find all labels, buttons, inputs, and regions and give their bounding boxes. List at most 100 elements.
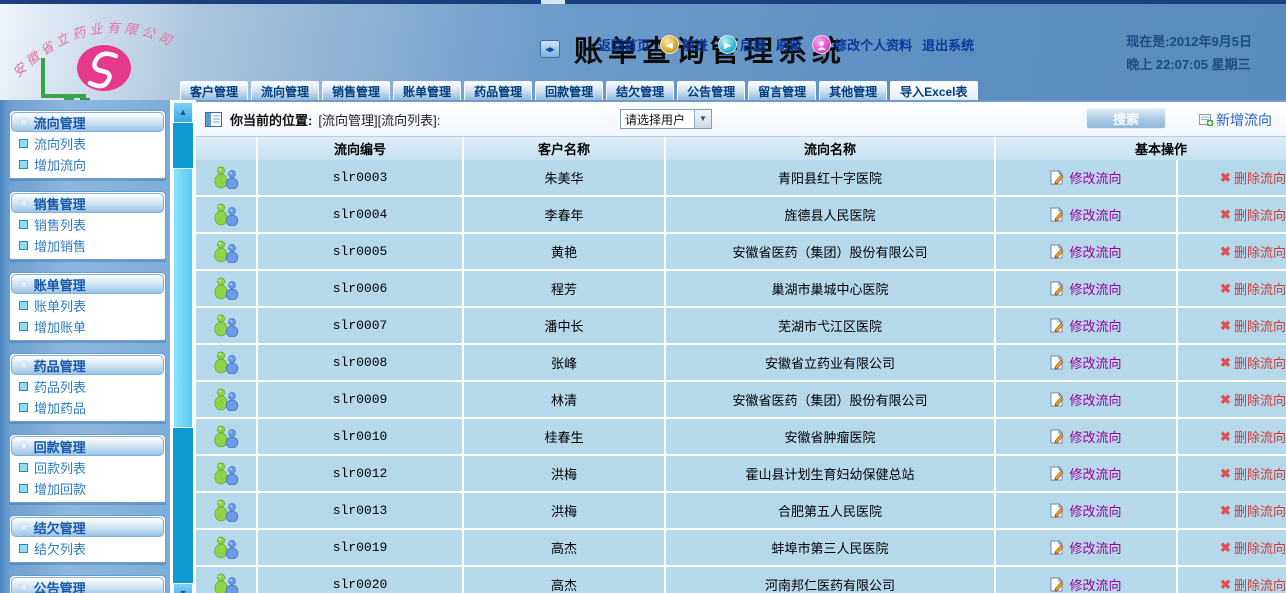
edit-flow-link[interactable]: 修改流向 [1050, 168, 1121, 187]
users-icon [213, 425, 240, 448]
edit-flow-link[interactable]: 修改流向 [1050, 427, 1121, 446]
row-icon-cell [196, 419, 258, 454]
back-link[interactable]: 后退 [740, 35, 766, 54]
edit-flow-link[interactable]: 修改流向 [1050, 316, 1121, 335]
scrollbar-down-button[interactable]: ▼ [173, 583, 193, 593]
sidebar-item[interactable]: 账单列表 [10, 295, 165, 316]
scrollbar-thumb[interactable] [173, 168, 193, 428]
add-flow-link[interactable]: 新增流向 [1199, 110, 1272, 130]
table-row: slr0009 林清 安徽省医药（集团）股份有限公司 修改流向 ✖ 删除流向 [196, 382, 1286, 419]
edit-cell: 修改流向 [996, 530, 1178, 565]
delete-flow-link[interactable]: ✖ 删除流向 [1220, 279, 1286, 298]
delete-flow-link[interactable]: ✖ 删除流向 [1220, 168, 1286, 187]
delete-flow-link[interactable]: ✖ 删除流向 [1220, 575, 1286, 593]
edit-cell: 修改流向 [996, 271, 1178, 306]
sidebar-section-header[interactable]: ★公告管理 [11, 577, 164, 593]
refresh-link[interactable]: 刷新 [776, 35, 802, 54]
sidebar-item-label: 增加账单 [34, 317, 86, 336]
sidebar-item[interactable]: 增加药品 [10, 397, 165, 418]
delete-flow-link[interactable]: ✖ 删除流向 [1220, 390, 1286, 409]
flow-name-cell: 巢湖市巢城中心医院 [666, 271, 996, 306]
delete-flow-link[interactable]: ✖ 删除流向 [1220, 501, 1286, 520]
delete-flow-link[interactable]: ✖ 删除流向 [1220, 316, 1286, 335]
search-button[interactable]: 搜索 [1086, 108, 1166, 129]
edit-flow-link[interactable]: 修改流向 [1050, 242, 1121, 261]
sidebar-section-header[interactable]: ★流向管理 [11, 112, 164, 132]
users-icon [213, 203, 240, 226]
current-date: 现在是:2012年9月5日 [1126, 30, 1252, 53]
star-icon: ★ [18, 438, 30, 454]
square-bullet-icon [19, 484, 28, 493]
user-select-dropdown[interactable]: 请选择用户 ▼ [620, 109, 712, 129]
delete-flow-link[interactable]: ✖ 删除流向 [1220, 427, 1286, 446]
flow-name-cell: 蚌埠市第三人民医院 [666, 530, 996, 565]
delete-x-icon: ✖ [1220, 207, 1231, 223]
chevron-down-icon[interactable]: ▼ [694, 110, 711, 128]
home-link[interactable]: 返回首页 [598, 35, 650, 54]
edit-flow-link[interactable]: 修改流向 [1050, 390, 1121, 409]
scrollbar-track-top[interactable] [173, 123, 193, 168]
sidebar-item-label: 增加回款 [34, 479, 86, 498]
edit-pencil-icon [1050, 244, 1064, 259]
edit-cell: 修改流向 [996, 160, 1178, 195]
sidebar-section-header[interactable]: ★账单管理 [11, 274, 164, 294]
sidebar-item[interactable]: 增加流向 [10, 154, 165, 175]
edit-flow-link[interactable]: 修改流向 [1050, 205, 1121, 224]
forward-link[interactable]: 前进 [682, 35, 708, 54]
delete-cell: ✖ 删除流向 [1178, 419, 1286, 454]
forward-arrow-icon[interactable]: ◀ [660, 35, 679, 54]
sidebar-item[interactable]: 增加回款 [10, 478, 165, 499]
delete-flow-link[interactable]: ✖ 删除流向 [1220, 464, 1286, 483]
back-arrow-icon[interactable]: ▶ [718, 35, 737, 54]
edit-flow-link[interactable]: 修改流向 [1050, 575, 1121, 593]
delete-flow-link[interactable]: ✖ 删除流向 [1220, 205, 1286, 224]
row-icon-cell [196, 530, 258, 565]
edit-flow-link[interactable]: 修改流向 [1050, 538, 1121, 557]
profile-person-icon[interactable] [812, 35, 831, 54]
square-bullet-icon [19, 160, 28, 169]
sidebar-item[interactable]: 回款列表 [10, 457, 165, 478]
sidebar-section-header[interactable]: ★药品管理 [11, 355, 164, 375]
sidebar-section-header[interactable]: ★回款管理 [11, 436, 164, 456]
square-bullet-icon [19, 463, 28, 472]
sidebar-item[interactable]: 结欠列表 [10, 538, 165, 559]
sidebar-section-header[interactable]: ★销售管理 [11, 193, 164, 213]
delete-x-icon: ✖ [1220, 577, 1231, 593]
flow-id-cell: slr0004 [258, 197, 464, 232]
sidebar-item[interactable]: 流向列表 [10, 133, 165, 154]
edit-cell: 修改流向 [996, 308, 1178, 343]
delete-x-icon: ✖ [1220, 466, 1231, 482]
sidebar-section-title: 账单管理 [34, 275, 86, 294]
logout-link[interactable]: 退出系统 [922, 35, 974, 54]
header-flow-id: 流向编号 [258, 137, 464, 160]
sidebar-item[interactable]: 销售列表 [10, 214, 165, 235]
sidebar-section-title: 结欠管理 [34, 518, 86, 537]
delete-x-icon: ✖ [1220, 244, 1231, 260]
delete-flow-link[interactable]: ✖ 删除流向 [1220, 538, 1286, 557]
customer-cell: 洪梅 [464, 456, 666, 491]
location-icon [205, 112, 222, 127]
sidebar-section-header[interactable]: ★结欠管理 [11, 517, 164, 537]
table-row: slr0020 高杰 河南邦仁医药有限公司 修改流向 ✖ 删除流向 [196, 567, 1286, 593]
edit-pencil-icon [1050, 503, 1064, 518]
scrollbar-track-bottom[interactable] [173, 428, 193, 583]
delete-flow-link[interactable]: ✖ 删除流向 [1220, 242, 1286, 261]
edit-flow-link[interactable]: 修改流向 [1050, 464, 1121, 483]
sidebar-item-label: 回款列表 [34, 458, 86, 477]
edit-flow-link[interactable]: 修改流向 [1050, 501, 1121, 520]
title-arrows-icon[interactable]: ◂▸ [540, 40, 560, 58]
delete-flow-link[interactable]: ✖ 删除流向 [1220, 353, 1286, 372]
edit-flow-link[interactable]: 修改流向 [1050, 353, 1121, 372]
edit-pencil-icon [1050, 170, 1064, 185]
edit-flow-link[interactable]: 修改流向 [1050, 279, 1121, 298]
flow-name-cell: 河南邦仁医药有限公司 [666, 567, 996, 593]
sidebar-item[interactable]: 药品列表 [10, 376, 165, 397]
customer-cell: 高杰 [464, 530, 666, 565]
scrollbar-up-button[interactable]: ▲ [173, 102, 193, 123]
customer-cell: 林清 [464, 382, 666, 417]
profile-link[interactable]: 修改个人资料 [834, 35, 912, 54]
sidebar-item[interactable]: 增加账单 [10, 316, 165, 337]
square-bullet-icon [19, 301, 28, 310]
current-time: 晚上 22:07:05 星期三 [1126, 53, 1252, 76]
sidebar-item[interactable]: 增加销售 [10, 235, 165, 256]
